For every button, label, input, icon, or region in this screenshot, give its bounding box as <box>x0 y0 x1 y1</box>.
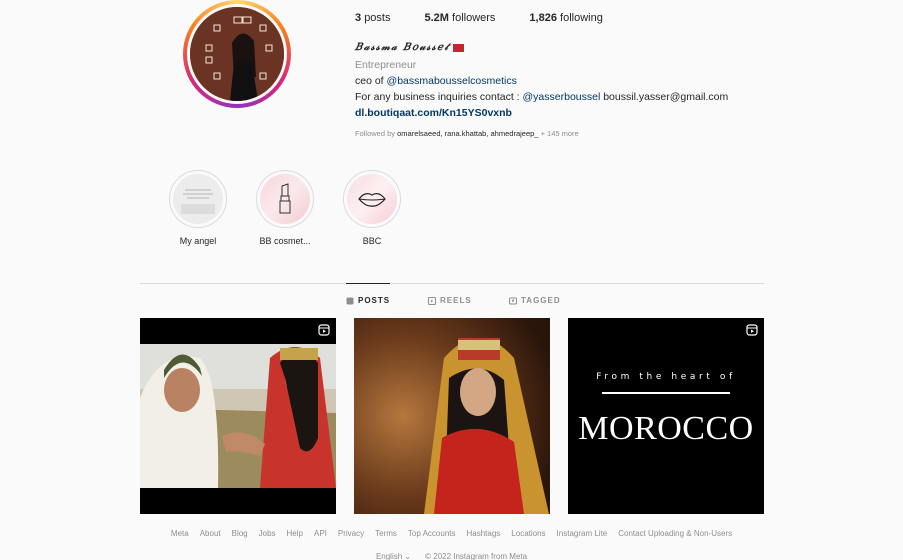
followed-by[interactable]: Followed by omarelsaeed, rana.khattab, a… <box>355 129 579 138</box>
footer-link-privacy[interactable]: Privacy <box>338 529 364 538</box>
tabs-divider <box>140 283 764 284</box>
footer-link-terms[interactable]: Terms <box>375 529 397 538</box>
reels-icon <box>428 296 436 305</box>
bio-line-contact: For any business inquiries contact : @ya… <box>355 91 729 103</box>
active-tab-indicator <box>346 283 390 284</box>
profile-avatar-ring[interactable] <box>183 0 291 108</box>
bio-line-ceo: ceo of @bassmabousselcosmetics <box>355 75 517 87</box>
arabic-text-image-icon <box>181 189 215 214</box>
footer-link-api[interactable]: API <box>314 529 327 538</box>
post-tile-2[interactable] <box>354 318 550 514</box>
footer-link-hashtags[interactable]: Hashtags <box>467 529 501 538</box>
post-text-line2: MOROCCO <box>578 410 754 447</box>
footer-link-top-accounts[interactable]: Top Accounts <box>408 529 456 538</box>
highlight-my-angel[interactable]: My angel <box>168 170 228 246</box>
post-text-line1: From the heart of <box>596 372 736 382</box>
grid-icon <box>346 297 354 304</box>
tagged-icon <box>509 297 517 304</box>
profile-category: Entrepreneur <box>355 59 417 71</box>
footer-link-locations[interactable]: Locations <box>511 529 545 538</box>
highlight-label: My angel <box>179 236 217 246</box>
copyright: © 2022 Instagram from Meta <box>425 552 528 560</box>
reel-badge-icon <box>318 324 330 336</box>
mention-bassmabousselcosmetics[interactable]: @bassmabousselcosmetics <box>387 75 517 87</box>
profile-stats: 3 posts 5.2M followers 1,826 following <box>355 12 603 24</box>
profile-external-link[interactable]: dl.boutiqaat.com/Kn15YS0vxnb <box>355 107 512 119</box>
posts-stat: 3 posts <box>355 12 391 24</box>
profile-display-name: 𝐵𝒶𝓈𝓈𝓂𝒶 𝐵𝑜𝓊𝓈𝓈𝑒𝓉 <box>355 42 465 53</box>
reel-badge-icon <box>746 324 758 336</box>
footer-link-meta[interactable]: Meta <box>171 529 189 538</box>
followers-stat[interactable]: 5.2M followers <box>424 12 495 24</box>
post-image <box>140 318 336 514</box>
highlight-bb-cosmetics[interactable]: BB cosmet... <box>255 170 315 246</box>
tab-posts[interactable]: POSTS <box>346 296 390 305</box>
morocco-flag-icon <box>453 43 465 52</box>
following-stat[interactable]: 1,826 following <box>529 12 602 24</box>
chevron-down-icon: ⌄ <box>404 552 412 560</box>
footer-link-jobs[interactable]: Jobs <box>259 529 276 538</box>
tab-reels[interactable]: REELS <box>428 296 472 305</box>
post-image <box>354 318 550 514</box>
highlight-label: BB cosmet... <box>259 236 311 246</box>
post-tile-1[interactable] <box>140 318 336 514</box>
language-select[interactable]: English ⌄ <box>376 552 411 560</box>
footer-links: Meta About Blog Jobs Help API Privacy Te… <box>0 529 903 538</box>
post-tile-3[interactable]: From the heart of MOROCCO <box>568 318 764 514</box>
tab-tagged[interactable]: TAGGED <box>509 296 561 305</box>
highlight-bbc[interactable]: BBC <box>342 170 402 246</box>
avatar[interactable] <box>190 7 284 101</box>
footer-link-contact-uploading[interactable]: Contact Uploading & Non-Users <box>618 529 732 538</box>
footer-link-blog[interactable]: Blog <box>232 529 248 538</box>
footer-bottom: English ⌄ © 2022 Instagram from Meta <box>0 552 903 560</box>
contact-email: boussil.yasser@gmail.com <box>603 91 729 103</box>
mention-yasserboussel[interactable]: @yasserboussel <box>523 91 601 103</box>
lipstick-icon <box>279 183 291 214</box>
post-text-underline <box>602 392 730 394</box>
footer-link-help[interactable]: Help <box>287 529 303 538</box>
lips-icon <box>358 193 386 207</box>
footer-link-instagram-lite[interactable]: Instagram Lite <box>557 529 608 538</box>
footer-link-about[interactable]: About <box>200 529 221 538</box>
highlight-label: BBC <box>362 236 382 246</box>
